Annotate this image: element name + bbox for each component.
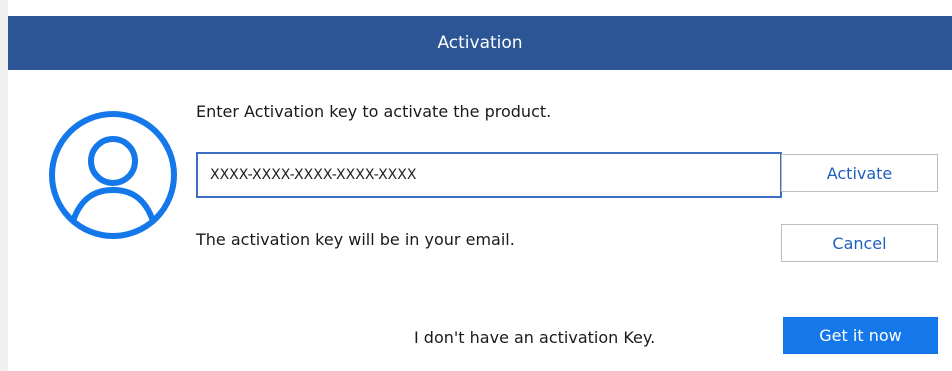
user-circle-icon bbox=[49, 111, 177, 239]
activate-button[interactable]: Activate bbox=[781, 154, 938, 192]
activation-window: Activation Enter Activation key to activ… bbox=[0, 0, 952, 371]
email-note: The activation key will be in your email… bbox=[196, 230, 515, 249]
activation-key-input[interactable] bbox=[196, 152, 782, 198]
dialog-title: Activation bbox=[8, 16, 952, 70]
activation-prompt: Enter Activation key to activate the pro… bbox=[196, 102, 552, 121]
cancel-button[interactable]: Cancel bbox=[781, 224, 938, 262]
no-key-text: I don't have an activation Key. bbox=[414, 328, 656, 347]
window-edge bbox=[0, 0, 8, 371]
activation-dialog: Activation Enter Activation key to activ… bbox=[8, 16, 952, 371]
get-it-now-button[interactable]: Get it now bbox=[783, 317, 938, 354]
